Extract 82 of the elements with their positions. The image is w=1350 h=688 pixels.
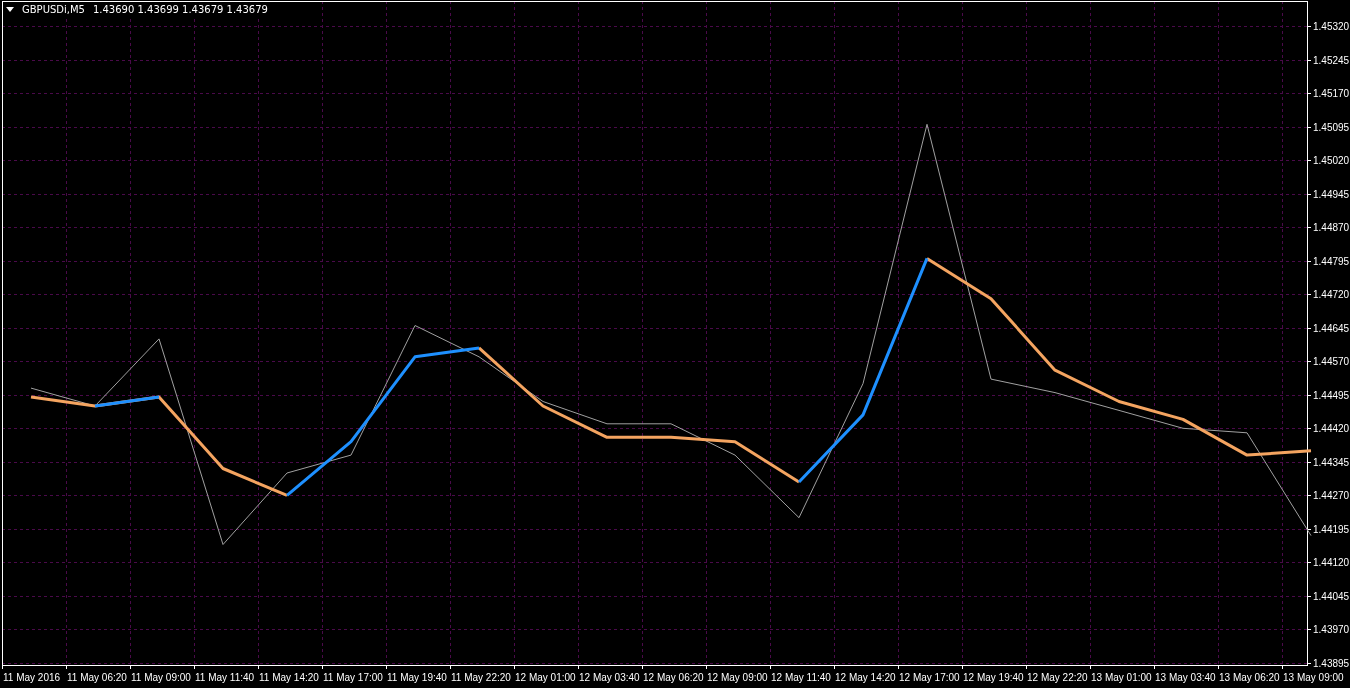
y-tick-label: 1.44120 [1313,557,1350,568]
time-axis-label: 12 May 09:00 [706,664,768,683]
time-axis-label: 13 May 03:40 [1154,664,1216,683]
x-tick-label: 13 May 09:00 [1283,672,1345,683]
y-tick-label: 1.44345 [1313,457,1350,468]
y-tick-label: 1.45095 [1313,122,1350,133]
price-axis-label: 1.44945 [1306,189,1350,200]
y-tick-label: 1.43970 [1313,624,1350,635]
chart-symbol: GBPUSDi,M5 [22,2,85,17]
x-tick-label: 12 May 06:20 [643,672,705,683]
time-axis-label: 11 May 06:20 [66,664,127,683]
x-tick-label: 11 May 2016 [3,672,61,683]
y-tick-label: 1.44420 [1313,423,1350,434]
y-tick-label: 1.44870 [1313,222,1350,233]
time-axis-label: 11 May 17:00 [322,664,383,683]
x-tick-label: 12 May 17:00 [899,672,961,683]
price-axis-label: 1.44345 [1306,457,1350,468]
x-tick-label: 13 May 03:40 [1155,672,1217,683]
price-axis-label: 1.44720 [1306,289,1350,300]
price-quotes: 1.43690 1.43699 1.43679 1.43679 [92,2,268,17]
price-axis-label: 1.44495 [1306,390,1350,401]
x-tick-label: 12 May 19:40 [963,672,1025,683]
price-axis-label: 1.44195 [1306,524,1350,535]
x-tick-label: 12 May 22:20 [1027,672,1089,683]
y-tick-label: 1.44570 [1313,356,1350,367]
x-tick-label: 12 May 14:20 [835,672,897,683]
price-axis-label: 1.44645 [1306,323,1350,334]
y-tick-label: 1.44045 [1313,591,1350,602]
time-axis-label: 12 May 14:20 [834,664,896,683]
x-tick-label: 11 May 17:00 [323,672,384,683]
time-axis-label: 13 May 01:00 [1090,664,1152,683]
time-axis-label: 12 May 11:40 [770,664,831,683]
price-axis-label: 1.43970 [1306,624,1350,635]
y-tick-label: 1.44495 [1313,390,1350,401]
time-axis-label: 11 May 2016 [2,664,61,683]
time-axis-label: 11 May 14:20 [258,664,319,683]
time-axis-label: 12 May 03:40 [578,664,640,683]
price-axis-label: 1.45020 [1306,155,1350,166]
y-tick-label: 1.44720 [1313,289,1350,300]
x-tick-label: 12 May 01:00 [515,672,577,683]
y-tick-label: 1.45245 [1313,55,1350,66]
time-axis-label: 12 May 17:00 [898,664,960,683]
price-axis-label: 1.45095 [1306,122,1350,133]
time-axis-label: 13 May 06:20 [1218,664,1280,683]
y-tick-label: 1.45020 [1313,155,1350,166]
x-tick-label: 13 May 01:00 [1091,672,1153,683]
time-axis-label: 12 May 06:20 [642,664,704,683]
x-tick-label: 11 May 22:20 [451,672,512,683]
y-tick-label: 1.44270 [1313,490,1350,501]
price-axis-label: 1.45245 [1306,55,1350,66]
price-axis-label: 1.45320 [1306,21,1350,32]
y-tick-label: 1.44645 [1313,323,1350,334]
x-tick-label: 11 May 14:20 [259,672,320,683]
price-axis-label: 1.44045 [1306,591,1350,602]
x-tick-label: 12 May 03:40 [579,672,641,683]
price-axis-label: 1.45170 [1306,88,1350,99]
time-axis-label: 11 May 09:00 [130,664,191,683]
price-axis-label: 1.44120 [1306,557,1350,568]
x-tick-label: 11 May 09:00 [131,672,192,683]
y-tick-label: 1.44195 [1313,524,1350,535]
time-axis-label: 12 May 19:40 [962,664,1024,683]
x-tick-label: 13 May 06:20 [1219,672,1281,683]
price-axis-label: 1.44270 [1306,490,1350,501]
dropdown-triangle-icon[interactable] [6,7,14,12]
price-axis-label: 1.44420 [1306,423,1350,434]
x-tick-label: 11 May 19:40 [387,672,448,683]
y-tick-label: 1.44945 [1313,189,1350,200]
x-tick-label: 12 May 11:40 [771,672,832,683]
time-axis-label: 12 May 01:00 [514,664,576,683]
time-axis-label: 11 May 19:40 [386,664,447,683]
x-tick-label: 11 May 11:40 [195,672,255,683]
price-axis-label: 1.44570 [1306,356,1350,367]
y-tick-label: 1.44795 [1313,256,1350,267]
price-axis-label: 1.44870 [1306,222,1350,233]
time-axis-label: 11 May 22:20 [450,664,511,683]
y-tick-label: 1.45170 [1313,88,1350,99]
price-axis-label: 1.44795 [1306,256,1350,267]
time-axis-label: 11 May 11:40 [194,664,255,683]
x-tick-label: 11 May 06:20 [67,672,128,683]
time-axis-label: 12 May 22:20 [1026,664,1088,683]
y-tick-label: 1.45320 [1313,21,1350,32]
x-tick-label: 12 May 09:00 [707,672,769,683]
